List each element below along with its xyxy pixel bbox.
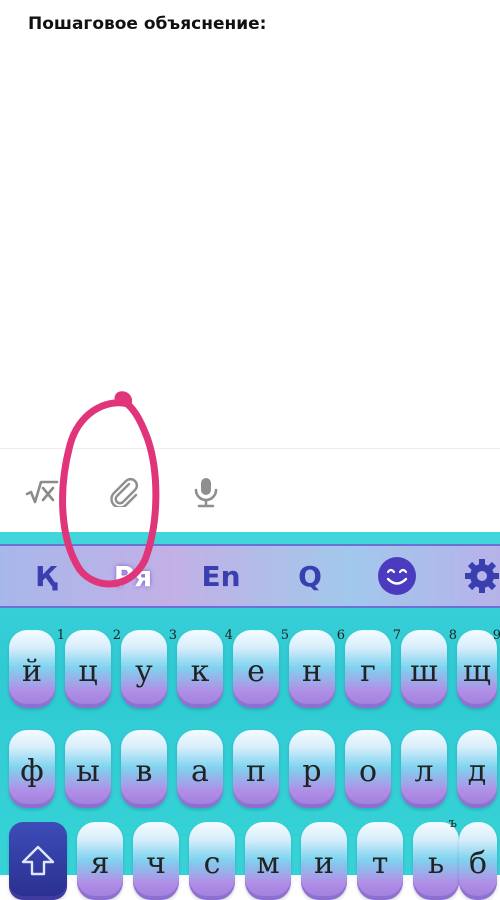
key-ш[interactable]: ш8 [401,628,457,708]
voice-input-button[interactable] [186,473,226,511]
answer-title: Пошаговое объяснение: [28,14,267,34]
answer-area[interactable]: Пошаговое объяснение: [0,0,500,448]
key-б[interactable]: б [459,822,497,900]
shift-key[interactable] [9,822,67,900]
shift-arrow-icon [21,845,55,876]
key-т[interactable]: т [357,822,403,900]
keyboard-language-strip: Қ Ря En Q [0,544,500,608]
paperclip-icon [110,478,138,507]
key-в[interactable]: в [121,730,167,808]
smiley-icon [378,557,416,595]
key-н[interactable]: н6 [289,628,345,708]
language-option-q[interactable]: Q [290,556,330,596]
math-formula-button[interactable] [22,473,62,511]
language-option-kazakh[interactable]: Қ [26,556,66,596]
settings-button[interactable] [462,556,500,596]
key-у[interactable]: у3 [121,628,177,708]
key-г[interactable]: г7 [345,628,401,708]
key-с[interactable]: с [189,822,235,900]
key-ц[interactable]: ц2 [65,628,121,708]
key-я[interactable]: я [77,822,123,900]
key-д[interactable]: д [457,730,497,808]
key-щ[interactable]: щ9 [457,628,500,708]
key-и[interactable]: и [301,822,347,900]
key-л[interactable]: л [401,730,447,808]
key-й[interactable]: й1 [9,628,65,708]
key-ь[interactable]: ьъ [413,816,459,900]
square-root-x-icon [25,480,59,504]
language-option-ru[interactable]: Ря [108,556,158,596]
key-м[interactable]: м [245,822,291,900]
key-п[interactable]: п [233,730,279,808]
key-р[interactable]: р [289,730,335,808]
key-а[interactable]: а [177,730,223,808]
language-option-en[interactable]: En [196,556,246,596]
gear-icon [465,559,499,593]
key-е[interactable]: е5 [233,628,289,708]
keyboard: Қ Ря En Q й1 ц2 у3 к 4 е 5 н 6 г 7 ш 8 щ… [0,532,500,900]
microphone-icon [194,478,218,508]
answer-toolbar [0,448,500,533]
attach-button[interactable] [104,473,144,511]
key-к[interactable]: к4 [177,628,233,708]
key-ф[interactable]: ф [9,730,55,808]
emoji-button[interactable] [375,556,419,596]
key-ч[interactable]: ч [133,822,179,900]
key-ы[interactable]: ы [65,730,111,808]
key-о[interactable]: о [345,730,391,808]
